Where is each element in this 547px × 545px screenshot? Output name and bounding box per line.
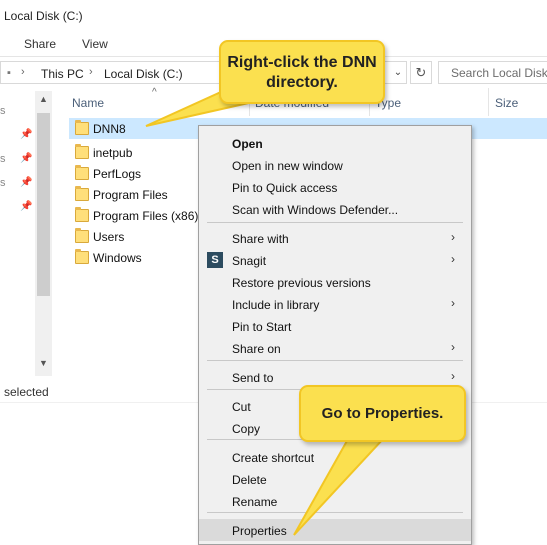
menu-item-scan-with-windows-defender[interactable]: Scan with Windows Defender... (199, 198, 471, 220)
title-bar: Local Disk (C:) (0, 0, 547, 30)
column-header-size[interactable]: Size (495, 96, 518, 110)
breadcrumb-local-disk[interactable]: Local Disk (C:) (104, 67, 183, 81)
menu-item-label: Pin to Quick access (232, 181, 338, 195)
menu-item-delete[interactable]: Delete (199, 468, 471, 490)
menu-item-label: Properties (232, 524, 287, 538)
menu-item-open[interactable]: Open (199, 132, 471, 154)
tab-view[interactable]: View (82, 37, 108, 51)
menu-item-label: Rename (232, 495, 278, 509)
pin-icon: 📌 (20, 129, 33, 140)
folder-icon (75, 228, 89, 243)
column-divider[interactable] (488, 88, 489, 116)
menu-item-share-with[interactable]: Share with › (199, 227, 471, 249)
breadcrumb-this-pc[interactable]: This PC (41, 67, 84, 81)
search-input[interactable]: Search Local Disk (C:) (438, 61, 547, 84)
callout-box: Go to Properties. (299, 385, 466, 442)
file-name: Program Files (93, 188, 168, 202)
nav-item-fragment[interactable]: s (0, 177, 6, 189)
folder-icon (75, 144, 89, 159)
file-name: DNN8 (93, 122, 126, 136)
menu-item-label: Delete (232, 473, 267, 487)
pin-icon: 📌 (20, 201, 33, 212)
callout-box: Right-click the DNN directory. (219, 40, 385, 104)
menu-item-label: Pin to Start (232, 320, 292, 334)
pin-icon: 📌 (20, 177, 33, 188)
context-menu: Open Open in new window Pin to Quick acces… (198, 125, 472, 545)
submenu-arrow-icon: › (451, 230, 455, 244)
chevron-right-icon[interactable]: › (89, 66, 93, 78)
menu-item-create-shortcut[interactable]: Create shortcut (199, 446, 471, 468)
pin-icon: 📌 (20, 153, 33, 164)
folder-icon (75, 249, 89, 264)
menu-item-label: Share on (232, 342, 281, 356)
chevron-right-icon[interactable]: › (21, 66, 25, 78)
menu-item-open-in-new-window[interactable]: Open in new window (199, 154, 471, 176)
menu-item-label: Snagit (232, 254, 267, 268)
menu-item-label: Open (232, 137, 263, 151)
file-name: Windows (93, 251, 142, 265)
column-header-name[interactable]: Name (72, 96, 104, 110)
submenu-arrow-icon: › (451, 252, 455, 266)
file-name: Program Files (x86) (93, 209, 199, 223)
status-text: selected (4, 385, 49, 399)
navigation-pane: s 📌 s 📌 s 📌 📌 ▲ ▼ (0, 86, 52, 376)
submenu-arrow-icon: › (451, 340, 455, 354)
menu-item-properties[interactable]: Properties (199, 519, 471, 541)
menu-item-rename[interactable]: Rename (199, 490, 471, 512)
tab-share[interactable]: Share (24, 37, 56, 51)
folder-icon (75, 165, 89, 180)
folder-icon (75, 120, 89, 135)
menu-separator (207, 360, 463, 361)
scroll-up-icon[interactable]: ▲ (35, 94, 52, 104)
scroll-thumb[interactable] (37, 113, 50, 296)
window-title: Local Disk (C:) (4, 9, 83, 23)
nav-item-fragment[interactable]: s (0, 153, 6, 165)
file-name: Users (93, 230, 125, 244)
sort-ascending-icon: ^ (152, 87, 157, 98)
submenu-arrow-icon: › (451, 296, 455, 310)
menu-item-label: Cut (232, 400, 251, 414)
menu-item-restore-previous-versions[interactable]: Restore previous versions (199, 271, 471, 293)
menu-item-share-on[interactable]: Share on › (199, 337, 471, 359)
menu-item-include-in-library[interactable]: Include in library › (199, 293, 471, 315)
menu-item-label: Include in library (232, 298, 320, 312)
snagit-icon: S (207, 252, 223, 268)
menu-item-label: Share with (232, 232, 289, 246)
menu-item-label: Send to (232, 371, 274, 385)
menu-item-snagit[interactable]: S Snagit › (199, 249, 471, 271)
menu-separator (207, 222, 463, 223)
folder-icon (75, 186, 89, 201)
menu-item-label: Copy (232, 422, 261, 436)
menu-item-pin-to-start[interactable]: Pin to Start (199, 315, 471, 337)
menu-separator (207, 512, 463, 513)
this-pc-icon: ▪ (7, 67, 11, 79)
refresh-button[interactable]: ↻ (410, 61, 432, 84)
menu-item-label: Scan with Windows Defender... (232, 203, 399, 217)
menu-item-label: Open in new window (232, 159, 343, 173)
menu-item-pin-to-quick-access[interactable]: Pin to Quick access (199, 176, 471, 198)
menu-item-label: Restore previous versions (232, 276, 371, 290)
nav-scrollbar[interactable]: ▲ ▼ (35, 91, 52, 376)
scroll-down-icon[interactable]: ▼ (35, 358, 52, 368)
file-name: PerfLogs (93, 167, 142, 181)
address-dropdown-icon[interactable]: ⌄ (388, 62, 408, 83)
submenu-arrow-icon: › (451, 369, 455, 383)
file-name: inetpub (93, 146, 133, 160)
folder-icon (75, 207, 89, 222)
menu-item-label: Create shortcut (232, 451, 315, 465)
nav-item-fragment[interactable]: s (0, 105, 6, 117)
